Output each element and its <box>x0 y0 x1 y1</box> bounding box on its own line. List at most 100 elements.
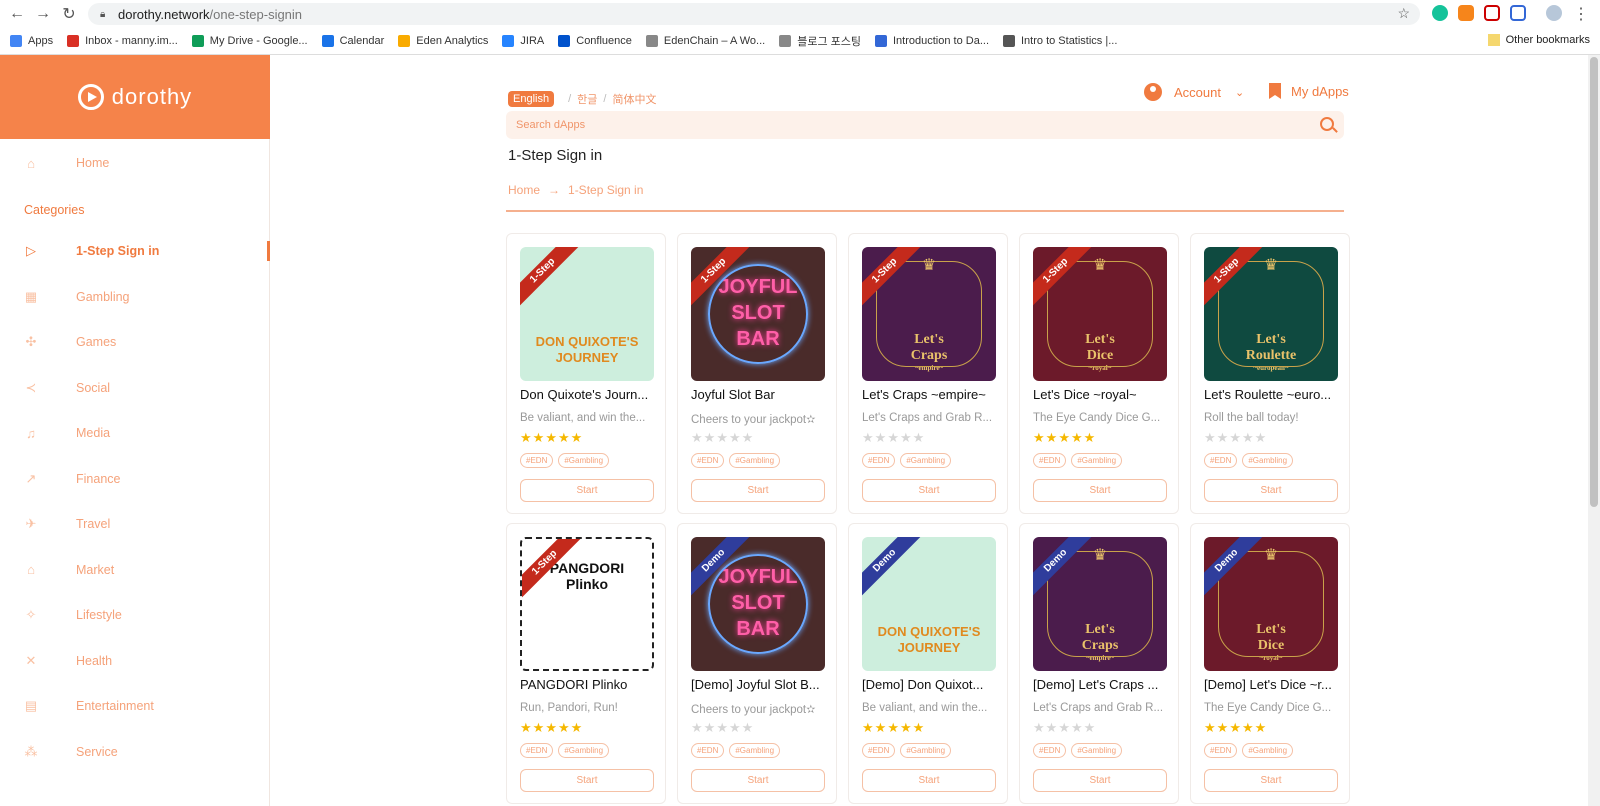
sidebar-item-market[interactable]: ⌂ Market <box>0 550 270 590</box>
bookmark-item[interactable]: Introduction to Da... <box>875 35 989 47</box>
dapp-thumbnail[interactable]: PANGDORI Plinko 1-Step <box>520 537 654 671</box>
dapp-card[interactable]: PANGDORI Plinko 1-Step PANGDORI Plinko Run, … <box>506 523 666 804</box>
start-button[interactable]: Start <box>1033 769 1167 792</box>
dapp-name[interactable]: Don Quixote's Journ... <box>520 387 654 402</box>
tag-chip[interactable]: #Gambling <box>729 453 781 468</box>
dapp-name[interactable]: [Demo] Joyful Slot B... <box>691 677 825 692</box>
tag-chip[interactable]: #Gambling <box>1242 453 1294 468</box>
sidebar-item-games[interactable]: ✣ Games <box>0 322 270 362</box>
start-button[interactable]: Start <box>862 769 996 792</box>
dapp-card[interactable]: DON QUIXOTE'S JOURNEY Demo [Demo] Don Quixo… <box>848 523 1008 804</box>
search-input[interactable] <box>516 119 1276 131</box>
my-dapps-link[interactable]: My dApps <box>1269 83 1349 99</box>
dapp-thumbnail[interactable]: Let's Craps ~empire~ ♛ 1-Step <box>862 247 996 381</box>
dapp-name[interactable]: Joyful Slot Bar <box>691 387 825 402</box>
dapp-thumbnail[interactable]: JOYFUL SLOT BAR Demo <box>691 537 825 671</box>
tag-chip[interactable]: #Gambling <box>900 453 952 468</box>
tag-chip[interactable]: #EDN <box>1204 453 1238 468</box>
tag-chip[interactable]: #EDN <box>862 453 896 468</box>
brand-header[interactable]: dorothy <box>0 55 270 139</box>
sidebar-item-gambling[interactable]: ▦ Gambling <box>0 277 270 317</box>
sidebar-item-finance[interactable]: ↗ Finance <box>0 459 270 499</box>
dapp-name[interactable]: Let's Craps ~empire~ <box>862 387 996 402</box>
lang-english[interactable]: English <box>508 91 555 107</box>
tag-chip[interactable]: #Gambling <box>558 453 610 468</box>
tag-chip[interactable]: #Gambling <box>558 743 610 758</box>
start-button[interactable]: Start <box>691 769 825 792</box>
dapp-card[interactable]: Let's Dice ~royal~ ♛ Demo [Demo] Let's Dice ~… <box>1190 523 1350 804</box>
dapp-name[interactable]: Let's Roulette ~euro... <box>1204 387 1338 402</box>
dapp-thumbnail[interactable]: Let's Roulette ~european~ ♛ 1-Step <box>1204 247 1338 381</box>
start-button[interactable]: Start <box>1033 479 1167 502</box>
bookmark-item[interactable]: Apps <box>10 35 53 47</box>
dapp-card[interactable]: Let's Dice ~royal~ ♛ 1-Step Let's Dice ~royal… <box>1019 233 1179 514</box>
dapp-thumbnail[interactable]: Let's Craps ~empire~ ♛ Demo <box>1033 537 1167 671</box>
breadcrumb-home[interactable]: Home <box>508 183 540 197</box>
tag-chip[interactable]: #EDN <box>862 743 896 758</box>
dapp-card[interactable]: Let's Roulette ~european~ ♛ 1-Step Let's Roul… <box>1190 233 1350 514</box>
back-icon[interactable]: ← <box>4 1 30 27</box>
bookmark-item[interactable]: Eden Analytics <box>398 35 488 47</box>
bookmark-item[interactable]: Calendar <box>321 35 384 47</box>
tag-chip[interactable]: #Gambling <box>1071 743 1123 758</box>
bookmark-item[interactable]: JIRA <box>502 35 544 47</box>
sidebar-item-health[interactable]: ✕ Health <box>0 641 270 681</box>
dapp-name[interactable]: [Demo] Let's Craps ... <box>1033 677 1167 692</box>
bookmark-item[interactable]: Intro to Statistics |... <box>1003 35 1117 47</box>
dapp-card[interactable]: JOYFUL SLOT BAR Demo [Demo] Joyful Slot B...… <box>677 523 837 804</box>
dapp-card[interactable]: Let's Craps ~empire~ ♛ 1-Step Let's Craps ~em… <box>848 233 1008 514</box>
page-scrollbar[interactable] <box>1588 55 1600 806</box>
dapp-thumbnail[interactable]: Let's Dice ~royal~ ♛ Demo <box>1204 537 1338 671</box>
dapp-name[interactable]: Let's Dice ~royal~ <box>1033 387 1167 402</box>
profile-avatar-icon[interactable] <box>1546 5 1562 21</box>
extension-icon-2[interactable] <box>1510 5 1526 21</box>
other-bookmarks[interactable]: Other bookmarks <box>1487 34 1590 46</box>
reload-icon[interactable]: ↻ <box>56 1 82 27</box>
dapp-name[interactable]: PANGDORI Plinko <box>520 677 654 692</box>
dapp-thumbnail[interactable]: DON QUIXOTE'S JOURNEY Demo <box>862 537 996 671</box>
sidebar-item-social[interactable]: ≺ Social <box>0 368 270 408</box>
sidebar-item-travel[interactable]: ✈ Travel <box>0 504 270 544</box>
dapp-card[interactable]: JOYFUL SLOT BAR 1-Step Joyful Slot Bar Cheers… <box>677 233 837 514</box>
tag-chip[interactable]: #Gambling <box>1071 453 1123 468</box>
account-menu[interactable]: Account ⌄ <box>1144 83 1244 101</box>
start-button[interactable]: Start <box>1204 479 1338 502</box>
lang-korean[interactable]: 한글 <box>577 91 597 107</box>
dapp-card[interactable]: Let's Craps ~empire~ ♛ Demo [Demo] Let's Crap… <box>1019 523 1179 804</box>
dapp-thumbnail[interactable]: DON QUIXOTE'S JOURNEY 1-Step <box>520 247 654 381</box>
bookmark-item[interactable]: EdenChain – A Wo... <box>645 35 765 47</box>
tag-chip[interactable]: #EDN <box>520 453 554 468</box>
sidebar-item-1-step-sign-in[interactable]: ▷ 1-Step Sign in <box>0 231 270 271</box>
grammarly-extension-icon[interactable] <box>1432 5 1448 21</box>
search-icon[interactable] <box>1320 117 1334 131</box>
dapp-card[interactable]: DON QUIXOTE'S JOURNEY 1-Step Don Quixote's … <box>506 233 666 514</box>
dapp-name[interactable]: [Demo] Let's Dice ~r... <box>1204 677 1338 692</box>
dapp-name[interactable]: [Demo] Don Quixot... <box>862 677 996 692</box>
forward-icon[interactable]: → <box>30 1 56 27</box>
sidebar-item-service[interactable]: ⁂ Service <box>0 732 270 772</box>
tag-chip[interactable]: #Gambling <box>1242 743 1294 758</box>
sidebar-item-entertainment[interactable]: ▤ Entertainment <box>0 686 270 726</box>
bookmark-item[interactable]: Inbox - manny.im... <box>67 35 178 47</box>
dapp-thumbnail[interactable]: Let's Dice ~royal~ ♛ 1-Step <box>1033 247 1167 381</box>
scrollbar-thumb[interactable] <box>1590 57 1598 507</box>
menu-icon[interactable]: ⋮ <box>1568 1 1594 27</box>
bookmark-item[interactable]: Confluence <box>558 35 632 47</box>
lang-chinese[interactable]: 简体中文 <box>612 91 656 107</box>
tag-chip[interactable]: #EDN <box>691 453 725 468</box>
extension-icon[interactable] <box>1484 5 1500 21</box>
sidebar-item-lifestyle[interactable]: ✧ Lifestyle <box>0 595 270 635</box>
tag-chip[interactable]: #EDN <box>520 743 554 758</box>
bookmark-item[interactable]: 블로그 포스팅 <box>779 33 861 49</box>
bookmark-star-icon[interactable]: ☆ <box>1397 5 1410 22</box>
metamask-extension-icon[interactable] <box>1458 5 1474 21</box>
tag-chip[interactable]: #Gambling <box>729 743 781 758</box>
tag-chip[interactable]: #EDN <box>1033 453 1067 468</box>
tag-chip[interactable]: #EDN <box>1204 743 1238 758</box>
start-button[interactable]: Start <box>520 769 654 792</box>
sidebar-item-media[interactable]: ♫ Media <box>0 413 270 453</box>
tag-chip[interactable]: #Gambling <box>900 743 952 758</box>
address-bar[interactable]: 🔒︎ dorothy.network /one-step-signin ☆ <box>88 3 1420 25</box>
tag-chip[interactable]: #EDN <box>1033 743 1067 758</box>
start-button[interactable]: Start <box>520 479 654 502</box>
